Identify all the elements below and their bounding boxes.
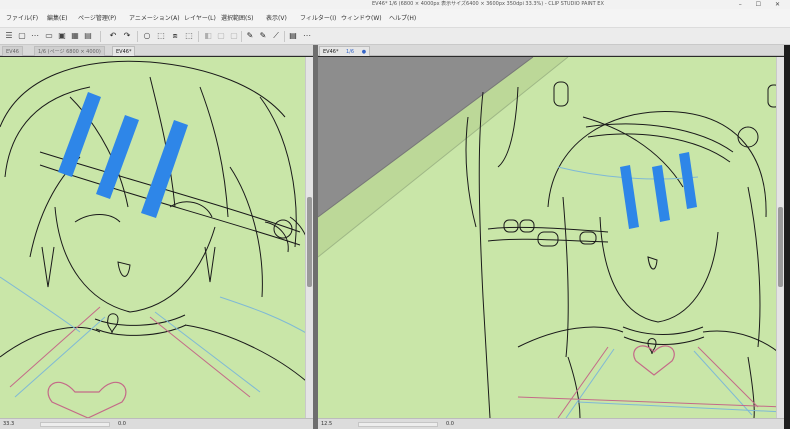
export-icon[interactable]: ▤	[83, 31, 93, 41]
right-canvas[interactable]	[318, 57, 784, 418]
menu-icon[interactable]: ☰	[4, 31, 14, 41]
new-canvas-icon[interactable]: ▢	[17, 31, 27, 41]
left-status-bar: 33.3 0.0	[0, 418, 313, 429]
menu-bar: ファイル(F) 編集(E) ページ管理(P) アニメーション(A) レイヤー(L…	[0, 9, 790, 28]
settings-icon[interactable]: ⋯	[302, 31, 312, 41]
menu-file[interactable]: ファイル(F)	[6, 9, 38, 28]
fill-icon[interactable]: ◧	[203, 31, 213, 41]
tab-ev46-a[interactable]: EV46	[2, 46, 23, 56]
toolbar-separator	[198, 31, 199, 42]
toolbar-separator	[100, 31, 101, 42]
open-icon[interactable]: ▭	[44, 31, 54, 41]
pen-icon[interactable]: ✎	[245, 31, 255, 41]
tab-label: EV46*	[323, 49, 339, 55]
transform-icon[interactable]: ⧈	[170, 31, 180, 41]
settings-icon[interactable]: ⋯	[30, 31, 40, 41]
menu-window[interactable]: ウィンドウ(W)	[341, 9, 382, 28]
left-canvas[interactable]	[0, 57, 313, 418]
zoom-value[interactable]: 33.3	[3, 419, 14, 429]
left-illustration	[0, 60, 313, 418]
invert-icon[interactable]: ▢	[229, 31, 239, 41]
menu-page-management[interactable]: ページ管理(P)	[78, 9, 116, 28]
window-edge	[784, 45, 790, 429]
crop-icon[interactable]: ⬚	[184, 31, 194, 41]
menu-view[interactable]: 表示(V)	[266, 9, 287, 28]
tab-label: EV46	[6, 49, 19, 55]
select-icon[interactable]: ○	[142, 31, 152, 41]
eraser-icon[interactable]: ⟋	[271, 31, 281, 41]
tab-page-indicator: 1/6	[346, 49, 355, 55]
menu-selection[interactable]: 選択範囲(S)	[221, 9, 254, 28]
rotation-value[interactable]: 0.0	[446, 419, 454, 429]
lasso-icon[interactable]: ⬚	[156, 31, 166, 41]
menu-edit[interactable]: 編集(E)	[47, 9, 67, 28]
window-title: EV46* 1/6 (6800 × 4000px 表示サイズ6400 × 360…	[372, 1, 604, 7]
menu-layer[interactable]: レイヤー(L)	[184, 9, 216, 28]
undo-icon[interactable]: ↶	[108, 31, 118, 41]
toolbar-separator	[137, 31, 138, 42]
right-vertical-scrollbar[interactable]	[776, 57, 784, 418]
tab-page[interactable]: 1/6 (ページ 6800 × 4000)	[34, 46, 105, 56]
left-tab-bar: EV46 1/6 (ページ 6800 × 4000) EV46*	[0, 45, 313, 56]
tab-ev46-right[interactable]: EV46* 1/6 ●	[319, 46, 371, 56]
clear-icon[interactable]: ▢	[216, 31, 226, 41]
tab-label: 1/6 (ページ 6800 × 4000)	[38, 49, 101, 55]
brush-icon[interactable]: ✎	[258, 31, 268, 41]
menu-help[interactable]: ヘルプ(H)	[389, 9, 416, 28]
right-horizontal-scrollbar[interactable]	[358, 422, 438, 427]
right-illustration	[318, 57, 784, 418]
redo-icon[interactable]: ↷	[122, 31, 132, 41]
toolbar-separator	[284, 31, 285, 42]
rotation-value[interactable]: 0.0	[118, 419, 126, 429]
right-status-bar: 12.5 0.0	[318, 418, 784, 429]
command-bar: ☰ ▢ ⋯ ▭ ▣ ▦ ▤ ↶ ↷ ○ ⬚ ⧈ ⬚ ◧ ▢ ▢ ✎ ✎ ⟋ ▤ …	[0, 28, 790, 45]
left-horizontal-scrollbar[interactable]	[40, 422, 110, 427]
zoom-value[interactable]: 12.5	[321, 419, 332, 429]
window-controls[interactable]: – ☐ ✕	[739, 0, 786, 9]
menu-filter[interactable]: フィルター(I)	[300, 9, 336, 28]
tab-ev46-b[interactable]: EV46*	[112, 46, 136, 56]
tab-label: EV46*	[116, 49, 132, 55]
toolbar-separator	[241, 31, 242, 42]
document-icon[interactable]: ▤	[288, 31, 298, 41]
right-tab-bar: EV46* 1/6 ●	[318, 45, 784, 56]
save-icon[interactable]: ▣	[57, 31, 67, 41]
scroll-thumb[interactable]	[778, 207, 783, 287]
tab-close-icon[interactable]: ●	[362, 49, 366, 55]
scroll-thumb[interactable]	[307, 197, 312, 287]
title-bar: EV46* 1/6 (6800 × 4000px 表示サイズ6400 × 360…	[0, 0, 790, 9]
print-icon[interactable]: ▦	[70, 31, 80, 41]
menu-animation[interactable]: アニメーション(A)	[129, 9, 180, 28]
left-vertical-scrollbar[interactable]	[305, 57, 313, 418]
